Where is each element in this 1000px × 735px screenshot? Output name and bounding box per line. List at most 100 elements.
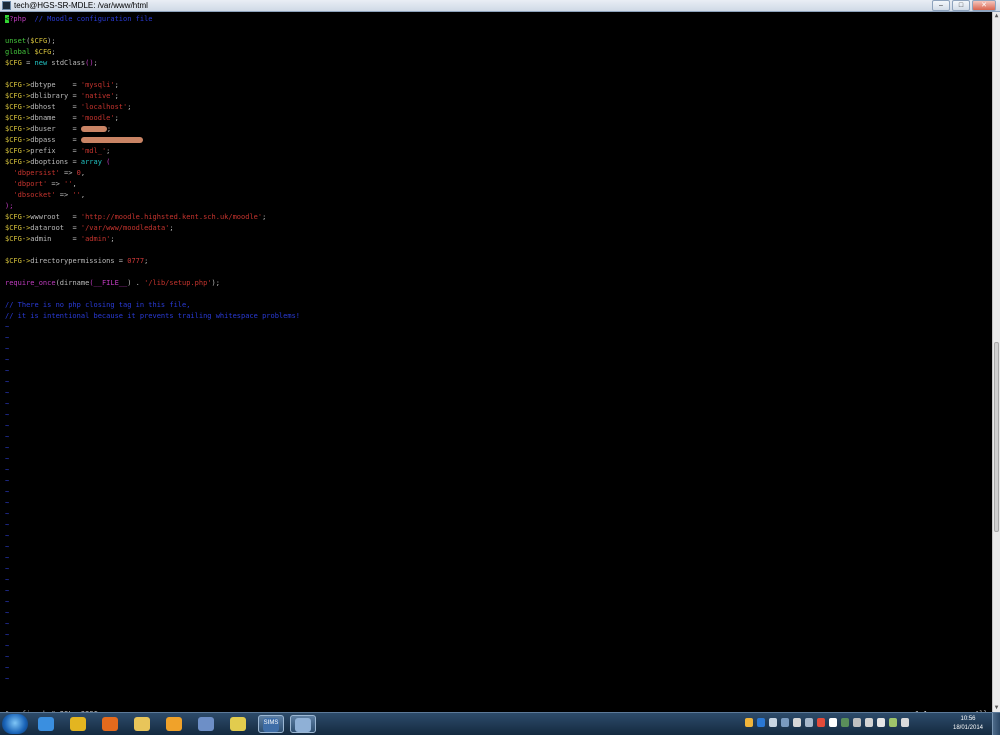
start-button[interactable] <box>2 714 28 734</box>
tray-icon[interactable] <box>817 718 825 727</box>
empty-line-marker: ~ <box>5 554 10 562</box>
code-token: dbpass = <box>30 136 81 144</box>
code-token: $CFG-> <box>5 224 31 232</box>
code-token: 0777 <box>127 257 145 265</box>
clock-date: 18/01/2014 <box>952 725 984 731</box>
code-token: $CFG-> <box>5 235 31 243</box>
terminal-scrollbar[interactable]: ▲ ▼ <box>992 12 1000 712</box>
tray-icon[interactable] <box>853 718 861 727</box>
taskbar-button[interactable]: SIMS <box>258 715 284 733</box>
code-line: unset($CFG); <box>5 36 56 47</box>
code-line: $CFG->dblibrary = 'native'; <box>5 91 119 102</box>
window-title-bar[interactable]: tech@HGS-SR-MDLE: /var/www/html – □ ✕ <box>0 0 1000 12</box>
volume-icon[interactable] <box>901 718 909 727</box>
taskbar-button[interactable] <box>130 715 156 733</box>
code-line: $CFG->admin = 'admin'; <box>5 234 115 245</box>
code-line: // There is no php closing tag in this f… <box>5 300 190 311</box>
empty-line-marker: ~ <box>5 620 10 628</box>
code-line: $CFG->directorypermissions = 0777; <box>5 256 148 267</box>
redacted-value <box>80 137 143 143</box>
window-title: tech@HGS-SR-MDLE: /var/www/html <box>14 1 148 10</box>
scroll-up-icon[interactable]: ▲ <box>993 12 1000 20</box>
putty-icon <box>295 718 311 732</box>
code-token: () <box>85 59 94 67</box>
empty-line-marker: ~ <box>5 565 10 573</box>
code-token: require_once <box>5 279 56 287</box>
tray-icon[interactable] <box>757 718 765 727</box>
code-line: $CFG = new stdClass(); <box>5 58 98 69</box>
code-token: ); <box>211 279 220 287</box>
taskbar-button[interactable] <box>66 715 92 733</box>
code-token: stdClass <box>47 59 86 67</box>
taskbar-button[interactable] <box>194 715 220 733</box>
code-token: 'dbsocket' <box>13 191 56 199</box>
terminal-viewport[interactable]: <?php // Moodle configuration file unset(… <box>0 12 992 712</box>
tray-icon[interactable] <box>877 718 885 727</box>
code-token: // it is intentional because it prevents… <box>5 312 301 320</box>
empty-line-marker: ~ <box>5 389 10 397</box>
tray-icon[interactable] <box>769 718 777 727</box>
outlook-icon <box>166 717 182 731</box>
minimize-button[interactable]: – <box>932 0 950 11</box>
code-token: ; <box>106 147 111 155</box>
tray-icon[interactable] <box>865 718 873 727</box>
code-token: $CFG <box>30 48 52 56</box>
code-token: $CFG <box>5 59 22 67</box>
taskbar-button[interactable] <box>226 715 252 733</box>
code-token: ; <box>127 103 132 111</box>
system-clock[interactable]: 10:56 18/01/2014 <box>948 715 988 733</box>
code-token: ; <box>262 213 267 221</box>
code-token: , <box>80 169 86 177</box>
maximize-button[interactable]: □ <box>952 0 970 11</box>
close-button[interactable]: ✕ <box>972 0 996 11</box>
empty-line-marker: ~ <box>5 433 10 441</box>
tray-icon[interactable] <box>781 718 789 727</box>
tray-icon[interactable] <box>805 718 813 727</box>
code-token: $CFG-> <box>5 147 31 155</box>
code-line: $CFG->dbname = 'moodle'; <box>5 113 119 124</box>
code-line: $CFG->dbtype = 'mysqli'; <box>5 80 119 91</box>
code-token: new <box>34 59 48 67</box>
code-token: , <box>80 191 86 199</box>
code-token: ; <box>114 81 119 89</box>
taskbar-button[interactable] <box>98 715 124 733</box>
code-line: ); <box>5 201 13 212</box>
code-token: = <box>21 59 35 67</box>
show-desktop-button[interactable] <box>992 713 1000 735</box>
empty-line-marker: ~ <box>5 510 10 518</box>
window-controls: – □ ✕ <box>932 0 996 11</box>
taskbar-button[interactable] <box>290 715 316 733</box>
tray-icon[interactable] <box>793 718 801 727</box>
empty-line-marker: ~ <box>5 378 10 386</box>
code-token: '/var/www/moodledata' <box>80 224 170 232</box>
code-token: => <box>47 180 65 188</box>
tray-icon[interactable] <box>829 718 837 727</box>
scroll-thumb[interactable] <box>994 342 999 532</box>
empty-line-marker: ~ <box>5 587 10 595</box>
code-token: $CFG <box>30 37 48 45</box>
taskbar-button[interactable] <box>162 715 188 733</box>
code-token: $CFG-> <box>5 92 31 100</box>
tray-icon[interactable] <box>745 718 753 727</box>
code-line: 'dbpersist' => 0, <box>5 168 85 179</box>
code-token: admin = <box>30 235 81 243</box>
code-token: $CFG-> <box>5 158 31 166</box>
code-line: $CFG->dbuser = ; <box>5 124 111 135</box>
taskbar-button[interactable] <box>34 715 60 733</box>
code-token: 'mysqli' <box>80 81 115 89</box>
empty-line-marker: ~ <box>5 334 10 342</box>
empty-line-marker: ~ <box>5 444 10 452</box>
redacted-value <box>80 126 107 132</box>
chrome-icon <box>70 717 86 731</box>
tray-icon[interactable] <box>841 718 849 727</box>
empty-line-marker: ~ <box>5 499 10 507</box>
code-token: array <box>80 158 102 166</box>
code-line: require_once(dirname(__FILE__) . '/lib/s… <box>5 278 220 289</box>
code-token: ); <box>5 202 14 210</box>
code-line: 'dbport' => '', <box>5 179 76 190</box>
network-icon[interactable] <box>889 718 897 727</box>
code-token: dbuser = <box>30 125 81 133</box>
empty-line-marker: ~ <box>5 367 10 375</box>
scroll-down-icon[interactable]: ▼ <box>993 704 1000 712</box>
code-token: 'dbport' <box>13 180 48 188</box>
